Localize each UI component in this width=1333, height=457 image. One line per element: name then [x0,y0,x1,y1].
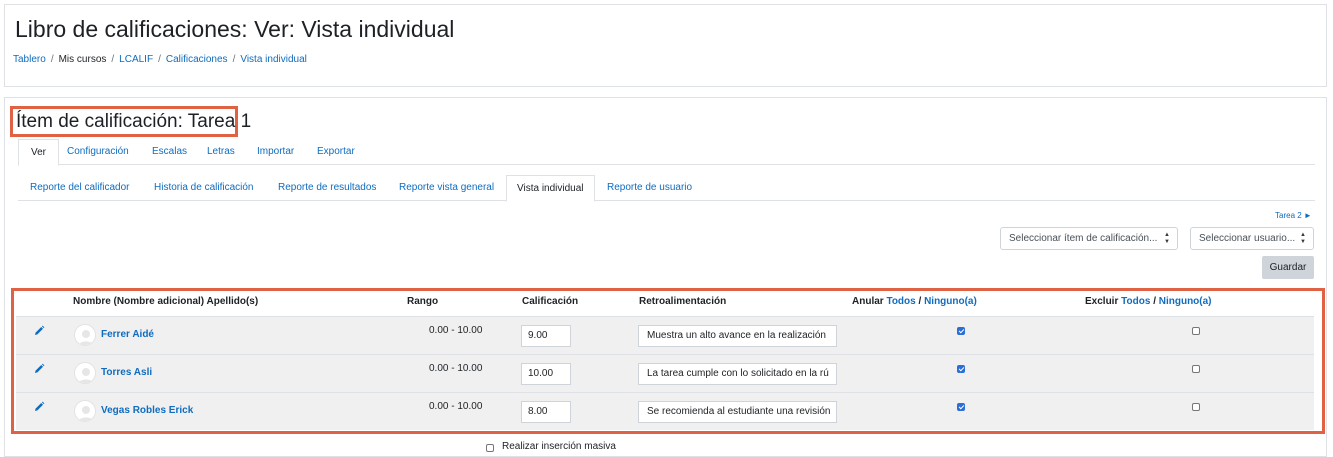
override-checkbox[interactable] [957,403,965,411]
save-button[interactable]: Guardar [1262,256,1314,279]
breadcrumb-grades[interactable]: Calificaciones [166,54,228,65]
breadcrumb-course[interactable]: LCALIF [119,54,153,65]
grade-range: 0.00 - 10.00 [429,363,483,374]
pencil-icon[interactable] [33,363,45,375]
grade-item-heading: Ítem de calificación: Tarea 1 [16,111,252,132]
bulk-insert-checkbox[interactable] [486,444,494,452]
student-name-link[interactable]: Ferrer Aidé [101,329,154,340]
exclude-checkbox[interactable] [1192,327,1200,335]
grade-input[interactable]: 9.00 [521,325,571,347]
tab-grade-history[interactable]: Historia de calificación [154,175,254,201]
column-header-name: Nombre (Nombre adicional) Apellido(s) [73,296,259,307]
tab-view[interactable]: Ver [18,139,60,166]
grade-range: 0.00 - 10.00 [429,401,483,412]
header-slash: / [1153,296,1156,307]
tab-setup[interactable]: Configuración [67,139,129,165]
exclude-none-link[interactable]: Ninguno(a) [1159,296,1212,307]
tab-outcomes-report[interactable]: Reporte de resultados [278,175,376,201]
column-header-exclude: Excluir Todos / Ninguno(a) [1085,296,1212,307]
override-none-link[interactable]: Ninguno(a) [924,296,977,307]
breadcrumb-separator: / [232,54,236,65]
breadcrumb-my-courses: Mis cursos [58,54,107,65]
student-name-link[interactable]: Torres Asli [101,367,152,378]
pencil-icon[interactable] [33,401,45,413]
tab-import[interactable]: Importar [257,139,294,165]
tab-letters[interactable]: Letras [207,139,235,165]
override-checkbox[interactable] [957,365,965,373]
breadcrumb: Tablero / Mis cursos / LCALIF / Calificaciones… [13,54,307,65]
tab-single-view[interactable]: Vista individual [506,175,595,202]
secondary-tabs: Reporte del calificador Historia de cali… [18,175,1315,202]
feedback-input[interactable]: Muestra un alto avance en la realización [638,325,837,347]
select-user-value: Seleccionar usuario... [1199,233,1296,244]
column-header-feedback: Retroalimentación [639,296,727,307]
column-header-grade: Calificación [522,296,579,307]
tab-grader-report[interactable]: Reporte del calificador [30,175,130,201]
breadcrumb-separator: / [50,54,54,65]
select-user[interactable]: Seleccionar usuario... ▲ ▼ [1190,227,1314,250]
exclude-checkbox[interactable] [1192,403,1200,411]
page-title: Libro de calificaciones: Ver: Vista indi… [15,16,455,42]
exclude-label: Excluir [1085,296,1119,307]
override-checkbox[interactable] [957,327,965,335]
breadcrumb-single-view[interactable]: Vista individual [240,54,307,65]
grade-range: 0.00 - 10.00 [429,325,483,336]
grade-input[interactable]: 10.00 [521,363,571,385]
tab-user-report[interactable]: Reporte de usuario [607,175,692,201]
select-caret-icon: ▲ ▼ [1300,232,1306,245]
tab-overview-report[interactable]: Reporte vista general [399,175,494,201]
feedback-input[interactable]: La tarea cumple con lo solicitado en la … [638,363,837,385]
feedback-input[interactable]: Se recomienda al estudiante una revisión [638,401,837,423]
breadcrumb-separator: / [111,54,115,65]
override-label: Anular [852,296,884,307]
exclude-all-link[interactable]: Todos [1121,296,1150,307]
tab-export[interactable]: Exportar [317,139,355,165]
table-row: Torres Asli 0.00 - 10.00 10.00 La tarea … [16,354,1314,392]
tab-scales[interactable]: Escalas [152,139,187,165]
bulk-insert-label: Realizar inserción masiva [502,441,616,452]
table-row: Vegas Robles Erick 0.00 - 10.00 8.00 Se … [16,392,1314,430]
select-caret-icon: ▲ ▼ [1164,232,1170,245]
header-slash: / [918,296,922,307]
avatar [74,400,96,422]
avatar [74,362,96,384]
column-header-override: Anular Todos / Ninguno(a) [852,296,977,307]
select-grade-item[interactable]: Seleccionar ítem de calificación... ▲ ▼ [1000,227,1178,250]
pencil-icon[interactable] [33,325,45,337]
student-name-link[interactable]: Vegas Robles Erick [101,405,193,416]
avatar [74,324,96,346]
grade-input[interactable]: 8.00 [521,401,571,423]
breadcrumb-dashboard[interactable]: Tablero [13,54,46,65]
breadcrumb-separator: / [158,54,161,65]
table-row: Ferrer Aidé 0.00 - 10.00 9.00 Muestra un… [16,316,1314,354]
select-grade-item-value: Seleccionar ítem de calificación... [1009,233,1158,244]
override-all-link[interactable]: Todos [886,296,915,307]
exclude-checkbox[interactable] [1192,365,1200,373]
column-header-range: Rango [407,296,439,307]
primary-tabs: Ver Configuración Escalas Letras Importa… [18,139,1315,166]
next-item-link[interactable]: Tarea 2 ► [1275,211,1312,220]
